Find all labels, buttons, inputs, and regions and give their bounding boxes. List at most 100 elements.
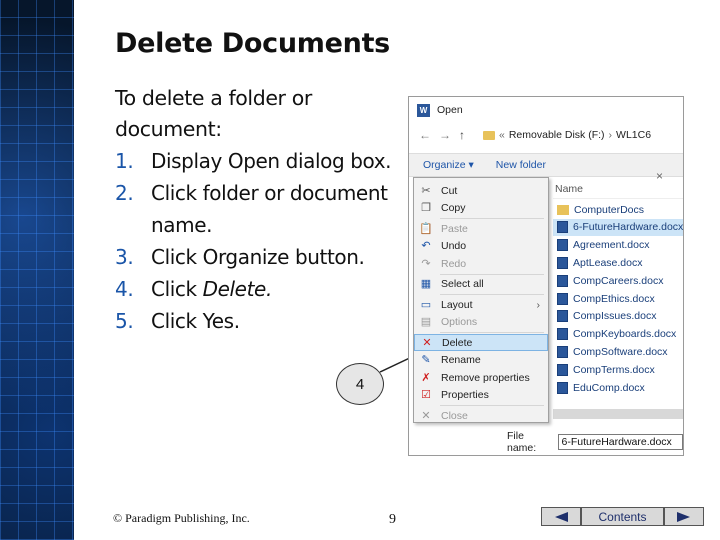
file-list-item[interactable]: ComputerDocs xyxy=(553,201,683,218)
step-number: 3. xyxy=(115,245,134,269)
path-drive: Removable Disk (F:) xyxy=(508,129,605,141)
word-document-icon xyxy=(557,328,568,341)
file-name: CompSoftware.docx xyxy=(573,345,668,358)
close-icon: ✕ xyxy=(421,409,431,422)
file-list-item[interactable]: CompIssues.docx xyxy=(553,308,683,325)
paste-icon: 📋 xyxy=(419,222,433,235)
menu-separator xyxy=(440,405,544,406)
file-name: CompCareers.docx xyxy=(573,274,664,287)
layout-icon: ▭ xyxy=(420,298,432,311)
menu-item-delete[interactable]: ✕ Delete xyxy=(414,334,548,351)
menu-item-label: Select all xyxy=(441,278,484,290)
menu-item-label: Layout xyxy=(441,298,473,311)
file-list-item[interactable]: CompKeyboards.docx xyxy=(553,326,683,343)
file-list: Name × ComputerDocs 6-FutureHardware.docx… xyxy=(553,169,683,419)
rename-icon: ✎ xyxy=(421,354,431,366)
undo-icon: ↶ xyxy=(421,240,431,252)
next-slide-button[interactable] xyxy=(664,507,704,526)
menu-item-select-all[interactable]: ▦ Select all xyxy=(414,276,548,293)
word-document-icon xyxy=(557,345,568,358)
up-arrow-icon[interactable]: ↑ xyxy=(459,128,479,142)
dialog-title: Open xyxy=(437,104,463,116)
file-name-input[interactable]: 6-FutureHardware.docx xyxy=(557,434,683,450)
menu-item-options[interactable]: ▤ Options xyxy=(414,314,548,331)
open-dialog-screenshot: W Open ← → ↑ « Removable Disk (F:) › WL1… xyxy=(408,96,684,456)
word-document-icon xyxy=(557,239,568,252)
menu-item-label: Redo xyxy=(441,257,467,270)
menu-item-properties[interactable]: ☑ Properties xyxy=(414,387,548,404)
file-name-bar: File name: 6-FutureHardware.docx xyxy=(409,430,683,454)
delete-x-icon: ✕ xyxy=(422,336,432,349)
step-text: Click Yes. xyxy=(151,309,240,333)
step-item: 1. Display Open dialog box. xyxy=(115,145,410,177)
menu-item-label: Options xyxy=(441,316,478,328)
contents-button[interactable]: Contents xyxy=(581,507,664,526)
menu-item-remove-properties[interactable]: ✗ Remove properties xyxy=(414,369,548,386)
step-item: 2. Click folder or document name. xyxy=(115,177,410,241)
horizontal-scrollbar[interactable] xyxy=(553,409,683,419)
step-text-prefix: Click xyxy=(151,277,203,301)
word-app-icon: W xyxy=(417,103,430,117)
step-item: 4. Click Delete. xyxy=(115,273,410,305)
step-text: Click Organize button. xyxy=(151,245,365,269)
select-all-icon: ▦ xyxy=(420,278,432,290)
triangle-right-icon xyxy=(677,511,690,522)
menu-item-label: Rename xyxy=(441,354,481,366)
properties-icon: ☑ xyxy=(421,389,431,401)
menu-item-paste[interactable]: 📋 Paste xyxy=(414,220,548,237)
menu-separator xyxy=(440,332,544,333)
dialog-titlebar: W Open xyxy=(409,97,683,123)
path-separator: › xyxy=(608,129,613,141)
redo-icon: ↷ xyxy=(421,257,431,270)
file-list-item[interactable]: Agreement.docx xyxy=(553,237,683,254)
file-name: AptLease.docx xyxy=(573,256,643,269)
file-name: ComputerDocs xyxy=(574,203,645,216)
menu-item-label: Close xyxy=(441,409,468,422)
column-header-label: Name xyxy=(555,182,584,195)
menu-separator xyxy=(440,294,544,295)
word-document-icon xyxy=(557,381,568,394)
menu-item-cut[interactable]: ✂ Cut xyxy=(414,182,548,199)
file-list-item[interactable]: 6-FutureHardware.docx xyxy=(553,218,683,236)
file-list-item[interactable]: CompSoftware.docx xyxy=(553,343,683,360)
address-path[interactable]: « Removable Disk (F:) › WL1C6 xyxy=(483,129,651,141)
file-list-item[interactable]: CompEthics.docx xyxy=(553,290,683,307)
menu-item-label: Properties xyxy=(441,389,489,401)
dialog-toolbar: Organize ▾ New folder xyxy=(409,153,683,177)
file-list-item[interactable]: AptLease.docx xyxy=(553,254,683,271)
menu-item-copy[interactable]: ❐ Copy xyxy=(414,200,548,217)
menu-item-undo[interactable]: ↶ Undo xyxy=(414,238,548,255)
menu-item-label: Copy xyxy=(441,202,466,214)
slide-title: Delete Documents xyxy=(115,28,390,59)
copy-icon: ❐ xyxy=(421,202,431,214)
copyright-text: © Paradigm Publishing, Inc. xyxy=(113,511,250,525)
folder-icon xyxy=(483,130,495,140)
folder-icon xyxy=(557,204,569,215)
menu-item-close[interactable]: ✕ Close xyxy=(414,407,548,424)
organize-button[interactable]: Organize ▾ xyxy=(423,159,474,171)
page-number: 9 xyxy=(389,512,396,527)
back-arrow-icon[interactable]: ← xyxy=(419,128,439,142)
file-list-item[interactable]: CompCareers.docx xyxy=(553,272,683,289)
new-folder-button[interactable]: New folder xyxy=(496,159,546,171)
word-document-icon xyxy=(557,274,568,287)
forward-arrow-icon[interactable]: → xyxy=(439,128,459,142)
file-name: Agreement.docx xyxy=(573,239,650,252)
menu-item-rename[interactable]: ✎ Rename xyxy=(414,352,548,369)
step-number: 2. xyxy=(115,181,134,205)
step-item: 3. Click Organize button. xyxy=(115,241,410,273)
submenu-arrow-icon: › xyxy=(536,298,541,311)
step-item: 5. Click Yes. xyxy=(115,305,410,337)
menu-item-label: Delete xyxy=(442,336,473,349)
menu-item-layout[interactable]: ▭ Layout › xyxy=(414,296,548,313)
previous-slide-button[interactable] xyxy=(541,507,581,526)
remove-properties-icon: ✗ xyxy=(421,371,431,384)
file-list-item[interactable]: CompTerms.docx xyxy=(553,361,683,378)
column-header-name[interactable]: Name × xyxy=(553,169,683,199)
step-text: Click Delete. xyxy=(151,273,410,305)
word-document-icon xyxy=(557,256,568,269)
file-list-item[interactable]: EduComp.docx xyxy=(553,379,683,396)
step-number: 5. xyxy=(115,309,134,333)
menu-item-redo[interactable]: ↷ Redo xyxy=(414,255,548,272)
step-text: Display Open dialog box. xyxy=(151,149,392,173)
